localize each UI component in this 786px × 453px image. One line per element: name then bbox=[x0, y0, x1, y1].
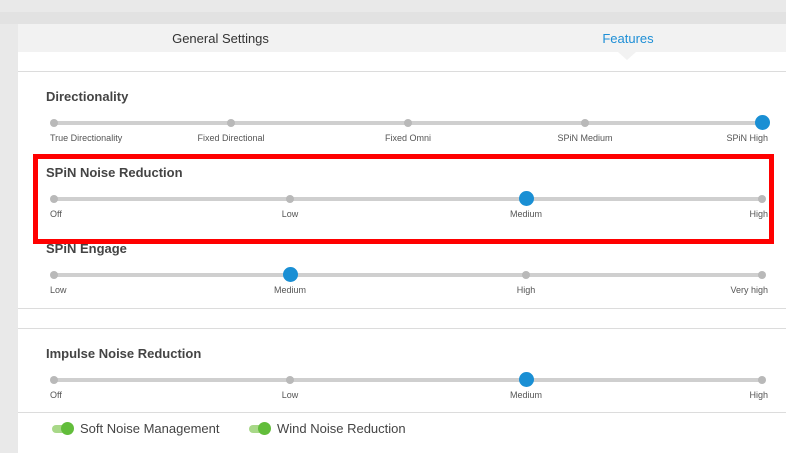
slider-stop-label: High bbox=[749, 209, 768, 219]
slider-stop-label: High bbox=[749, 390, 768, 400]
slider-track[interactable] bbox=[54, 273, 762, 277]
settings-panel: General Settings Features Directionality… bbox=[18, 24, 786, 453]
section-title-impulse-noise-reduction: Impulse Noise Reduction bbox=[46, 346, 202, 361]
slider-stop-label: Low bbox=[50, 285, 67, 295]
slider-stop-label: Medium bbox=[509, 390, 543, 400]
slider-stop-label: High bbox=[516, 285, 536, 295]
slider-track[interactable] bbox=[54, 197, 762, 201]
slider-stop-label: Medium bbox=[273, 285, 307, 295]
slider-thumb[interactable] bbox=[518, 372, 534, 387]
toggle-label-soft-noise-management: Soft Noise Management bbox=[80, 421, 220, 436]
active-tab-caret bbox=[618, 52, 636, 60]
toggle-knob bbox=[61, 422, 74, 435]
slider-stop-label: Off bbox=[50, 209, 62, 219]
slider-stop[interactable] bbox=[522, 271, 530, 279]
tab-general-settings[interactable]: General Settings bbox=[118, 24, 323, 52]
slider-stop[interactable] bbox=[758, 376, 766, 384]
slider-thumb[interactable] bbox=[518, 191, 534, 206]
slider-stop-label: SPiN Medium bbox=[557, 133, 613, 143]
tab-bar: General Settings Features bbox=[18, 24, 786, 52]
section-title-spin-engage: SPiN Engage bbox=[46, 241, 127, 256]
settings-window: General Settings Features Directionality… bbox=[0, 0, 786, 453]
slider-stop-label: Fixed Omni bbox=[384, 133, 432, 143]
slider-stop[interactable] bbox=[404, 119, 412, 127]
divider bbox=[18, 71, 786, 72]
slider-directionality[interactable]: True Directionality Fixed Directional Fixe… bbox=[50, 115, 770, 143]
divider bbox=[18, 328, 786, 329]
slider-stop-label: Off bbox=[50, 390, 62, 400]
slider-spin-noise-reduction[interactable]: Off Low Medium High bbox=[50, 191, 768, 219]
divider bbox=[18, 412, 786, 413]
slider-spin-engage[interactable]: Low Medium High Very high bbox=[50, 267, 768, 295]
slider-track[interactable] bbox=[54, 378, 762, 382]
slider-stop[interactable] bbox=[286, 195, 294, 203]
slider-stop[interactable] bbox=[758, 195, 766, 203]
tab-features[interactable]: Features bbox=[528, 24, 728, 52]
slider-stop[interactable] bbox=[581, 119, 589, 127]
slider-stop-label: Low bbox=[281, 390, 299, 400]
slider-stop[interactable] bbox=[50, 271, 58, 279]
section-title-directionality: Directionality bbox=[46, 89, 129, 104]
slider-stop[interactable] bbox=[50, 119, 58, 127]
slider-stop[interactable] bbox=[50, 376, 58, 384]
slider-stop-label: Medium bbox=[509, 209, 543, 219]
slider-stop-label: True Directionality bbox=[50, 133, 123, 143]
slider-stop-label: SPiN High bbox=[726, 133, 768, 143]
slider-impulse-noise-reduction[interactable]: Off Low Medium High bbox=[50, 372, 768, 400]
divider bbox=[18, 308, 786, 309]
slider-stop-label: Fixed Directional bbox=[197, 133, 265, 143]
top-strip bbox=[0, 12, 786, 24]
toggle-knob bbox=[258, 422, 271, 435]
slider-stop[interactable] bbox=[227, 119, 235, 127]
section-title-spin-noise-reduction: SPiN Noise Reduction bbox=[46, 165, 183, 180]
slider-stop-label: Low bbox=[281, 209, 299, 219]
slider-thumb[interactable] bbox=[282, 267, 298, 282]
slider-stop[interactable] bbox=[758, 271, 766, 279]
slider-stop[interactable] bbox=[286, 376, 294, 384]
slider-stop[interactable] bbox=[50, 195, 58, 203]
slider-thumb[interactable] bbox=[754, 115, 770, 130]
toggle-label-wind-noise-reduction: Wind Noise Reduction bbox=[277, 421, 406, 436]
slider-stop-label: Very high bbox=[730, 285, 768, 295]
